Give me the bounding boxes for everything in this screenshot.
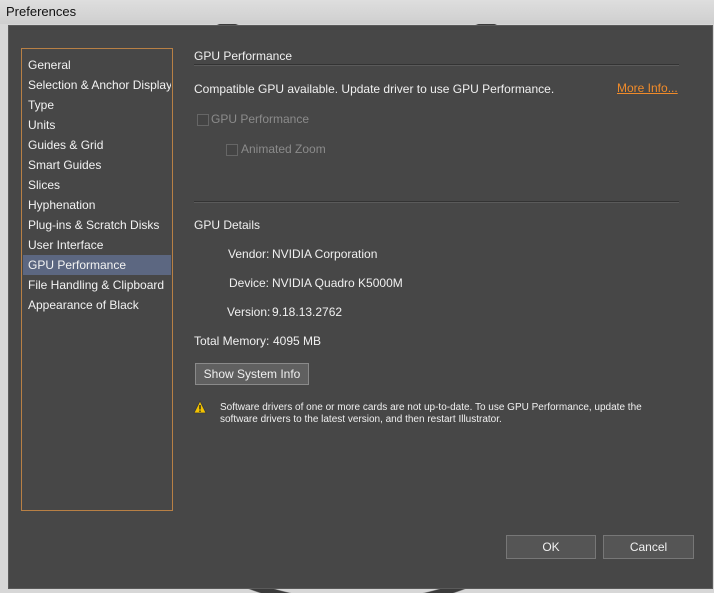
- device-label: Device:: [229, 276, 270, 290]
- gpu-performance-checkbox[interactable]: [197, 114, 209, 126]
- sidebar-item-hyphenation[interactable]: Hyphenation: [23, 195, 171, 215]
- preferences-sidebar: General Selection & Anchor Display Type …: [21, 48, 173, 511]
- sidebar-item-file-handling-clipboard[interactable]: File Handling & Clipboard: [23, 275, 171, 295]
- sidebar-item-plugins-scratch-disks[interactable]: Plug-ins & Scratch Disks: [23, 215, 171, 235]
- total-memory-value: 4095 MB: [273, 334, 322, 348]
- sidebar-item-type[interactable]: Type: [23, 95, 171, 115]
- animated-zoom-checkbox[interactable]: [226, 144, 238, 156]
- show-system-info-button[interactable]: Show System Info: [195, 363, 309, 385]
- gpu-details-title: GPU Details: [194, 218, 261, 232]
- driver-warning-line-2: software drivers to the latest version, …: [220, 414, 502, 425]
- version-value: 9.18.13.2762: [272, 305, 343, 319]
- warning-icon: [193, 400, 207, 414]
- animated-zoom-checkbox-label: Animated Zoom: [241, 142, 326, 156]
- sidebar-item-guides-grid[interactable]: Guides & Grid: [23, 135, 171, 155]
- compat-message: Compatible GPU available. Update driver …: [194, 82, 555, 96]
- section-divider: [194, 64, 679, 66]
- details-divider: [194, 201, 679, 203]
- more-info-link[interactable]: More Info...: [617, 81, 678, 95]
- driver-warning-line-1: Software drivers of one or more cards ar…: [220, 402, 642, 413]
- gpu-performance-checkbox-label: GPU Performance: [211, 112, 310, 126]
- driver-warning-text: Software drivers of one or more cards ar…: [220, 402, 660, 426]
- vendor-label: Vendor:: [228, 247, 270, 261]
- version-label: Version:: [227, 305, 271, 319]
- sidebar-item-smart-guides[interactable]: Smart Guides: [23, 155, 171, 175]
- sidebar-item-user-interface[interactable]: User Interface: [23, 235, 171, 255]
- preferences-dialog: General Selection & Anchor Display Type …: [8, 25, 713, 589]
- sidebar-item-gpu-performance[interactable]: GPU Performance: [23, 255, 171, 275]
- window-title: Preferences: [6, 4, 77, 19]
- sidebar-item-slices[interactable]: Slices: [23, 175, 171, 195]
- sidebar-item-general[interactable]: General: [23, 55, 171, 75]
- cancel-button[interactable]: Cancel: [603, 535, 694, 559]
- sidebar-item-appearance-of-black[interactable]: Appearance of Black: [23, 295, 171, 315]
- device-value: NVIDIA Quadro K5000M: [272, 276, 403, 290]
- ok-button[interactable]: OK: [506, 535, 596, 559]
- title-bar: Preferences: [0, 0, 714, 24]
- total-memory-label: Total Memory:: [194, 334, 270, 348]
- vendor-value: NVIDIA Corporation: [272, 247, 378, 261]
- sidebar-item-selection-anchor-display[interactable]: Selection & Anchor Display: [23, 75, 171, 95]
- section-title: GPU Performance: [194, 49, 293, 63]
- sidebar-item-units[interactable]: Units: [23, 115, 171, 135]
